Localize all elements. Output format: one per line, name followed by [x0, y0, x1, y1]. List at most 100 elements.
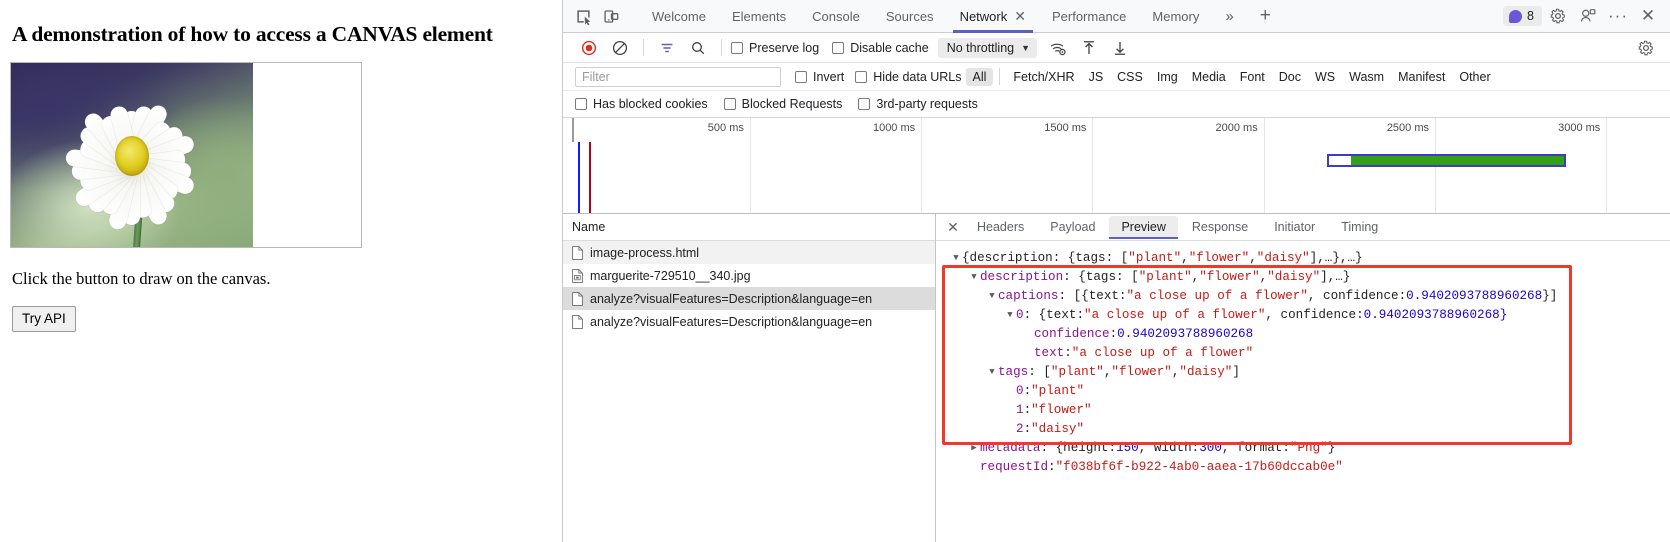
tab-elements[interactable]: Elements [719, 0, 799, 33]
collapse-triangle-icon[interactable]: ▼ [1004, 306, 1016, 325]
json-line[interactable]: ▶ metadata: {height: 150, width: 300, for… [942, 439, 1670, 458]
blocked-filter-bar: Has blocked cookies Blocked Requests 3rd… [563, 91, 1670, 118]
close-detail-icon[interactable]: ✕ [942, 216, 964, 238]
request-row[interactable]: analyze?visualFeatures=Description&langu… [563, 310, 935, 333]
collapse-triangle-icon[interactable]: ▼ [986, 287, 998, 306]
has-blocked-cookies-checkbox[interactable]: Has blocked cookies [575, 97, 708, 111]
network-conditions-icon[interactable] [1044, 35, 1072, 61]
tab-sources[interactable]: Sources [873, 0, 947, 33]
json-token: tags [998, 365, 1029, 379]
json-token: 1 [1016, 403, 1024, 417]
filter-type-doc[interactable]: Doc [1272, 68, 1308, 86]
json-line[interactable]: requestId: "f038bf6f-b922-4ab0-aaea-17b6… [942, 458, 1670, 477]
blocked-requests-checkbox[interactable]: Blocked Requests [723, 97, 842, 111]
detail-tab-timing[interactable]: Timing [1329, 216, 1390, 238]
filter-type-css[interactable]: CSS [1110, 68, 1150, 86]
customize-devtools-icon[interactable] [1574, 3, 1602, 29]
json-token: : [ [1028, 365, 1051, 379]
filter-type-manifest[interactable]: Manifest [1391, 68, 1452, 86]
json-line[interactable]: ▼ {description: {tags: ["plant", "flower"… [942, 249, 1670, 268]
disable-cache-checkbox[interactable]: Disable cache [832, 41, 929, 55]
search-icon[interactable] [684, 35, 712, 61]
json-token: "daisy" [1256, 251, 1310, 265]
request-row[interactable]: analyze?visualFeatures=Description&langu… [563, 287, 935, 310]
canvas-element[interactable] [10, 62, 362, 248]
json-line[interactable]: 2: "daisy" [942, 420, 1670, 439]
record-button[interactable] [575, 35, 603, 61]
tab-welcome[interactable]: Welcome [639, 0, 719, 33]
json-token: "flower" [1188, 251, 1250, 265]
checkbox-box [723, 98, 736, 110]
throttling-dropdown[interactable]: No throttling ▼ [937, 37, 1038, 58]
third-party-requests-checkbox[interactable]: 3rd-party requests [858, 97, 978, 111]
collapse-triangle-icon[interactable]: ▼ [986, 363, 998, 382]
preserve-log-checkbox[interactable]: Preserve log [731, 41, 819, 55]
checkbox-box [832, 41, 845, 54]
filter-toggle-icon[interactable] [653, 35, 681, 61]
filter-type-js[interactable]: JS [1082, 68, 1111, 86]
more-options-icon[interactable]: ··· [1604, 3, 1632, 29]
expand-triangle-icon[interactable]: ▶ [968, 439, 980, 458]
try-api-button[interactable]: Try API [12, 306, 76, 332]
filter-type-fetch-xhr[interactable]: Fetch/XHR [1006, 68, 1081, 86]
json-token: "a close up of a flower" [1071, 346, 1254, 360]
filter-type-wasm[interactable]: Wasm [1342, 68, 1391, 86]
device-toolbar-icon[interactable] [597, 3, 625, 29]
json-line[interactable]: text: "a close up of a flower" [942, 344, 1670, 363]
detail-tab-headers[interactable]: Headers [965, 216, 1036, 238]
filter-type-font[interactable]: Font [1233, 68, 1272, 86]
tab-console[interactable]: Console [799, 0, 873, 33]
overview-tick-label: 500 ms [707, 122, 744, 134]
json-preview-viewer[interactable]: ▼ {description: {tags: ["plant", "flower"… [936, 241, 1670, 542]
more-tabs-chevron-icon[interactable]: » [1212, 0, 1246, 33]
overview-tick-label: 3000 ms [1558, 122, 1601, 134]
detail-tab-initiator[interactable]: Initiator [1262, 216, 1327, 238]
detail-tab-payload[interactable]: Payload [1038, 216, 1107, 238]
close-icon[interactable]: ✕ [1014, 9, 1026, 23]
json-token: 0.9402093788960268 [1117, 327, 1254, 341]
close-devtools-icon[interactable]: ✕ [1634, 3, 1662, 29]
filter-type-ws[interactable]: WS [1308, 68, 1342, 86]
hide-data-urls-checkbox[interactable]: Hide data URLs [855, 70, 962, 84]
tab-network[interactable]: Network ✕ [947, 0, 1039, 33]
disable-cache-label: Disable cache [850, 40, 929, 55]
issues-badge[interactable]: 8 [1503, 6, 1542, 26]
filter-type-other[interactable]: Other [1452, 68, 1497, 86]
json-token: metadata [980, 441, 1041, 455]
request-row[interactable]: image-process.html [563, 241, 935, 264]
json-line[interactable]: confidence: 0.9402093788960268 [942, 325, 1670, 344]
clear-button[interactable] [606, 35, 634, 61]
tab-memory[interactable]: Memory [1139, 0, 1212, 33]
filter-type-img[interactable]: Img [1150, 68, 1185, 86]
network-lower-split: Name image-process.html marguerite-729510… [563, 214, 1670, 542]
tab-label: Sources [885, 8, 934, 24]
request-column-header[interactable]: Name [563, 214, 935, 241]
json-token: : [1023, 403, 1032, 417]
json-line[interactable]: 0: "plant" [942, 382, 1670, 401]
detail-tab-response[interactable]: Response [1180, 216, 1260, 238]
collapse-triangle-icon[interactable]: ▼ [950, 249, 962, 268]
settings-gear-icon[interactable] [1544, 3, 1572, 29]
detail-tab-preview[interactable]: Preview [1109, 216, 1179, 239]
collapse-triangle-icon[interactable]: ▼ [968, 268, 980, 287]
request-row[interactable]: marguerite-729510__340.jpg [563, 264, 935, 287]
json-line[interactable]: ▼ captions: [{text: "a close up of a flow… [942, 287, 1670, 306]
json-token: , format: [1221, 441, 1290, 455]
filter-input[interactable] [575, 66, 781, 87]
add-tab-plus-icon[interactable]: + [1247, 0, 1284, 33]
json-line[interactable]: ▼ tags: ["plant", "flower", "daisy"] [942, 363, 1670, 382]
invert-checkbox[interactable]: Invert [795, 70, 844, 84]
json-line[interactable]: ▼ 0: {text: "a close up of a flower", con… [942, 306, 1670, 325]
network-overview-timeline[interactable]: 500 ms 1000 ms 1500 ms 2000 ms 2500 ms 3000 m… [563, 118, 1670, 214]
filter-type-media[interactable]: Media [1185, 68, 1233, 86]
json-line[interactable]: ▼ description: {tags: ["plant", "flower",… [942, 268, 1670, 287]
devtools-tabbar-right: 8 ··· ✕ [1503, 3, 1670, 29]
import-har-icon[interactable] [1075, 35, 1103, 61]
json-line[interactable]: 1: "flower" [942, 401, 1670, 420]
tab-performance[interactable]: Performance [1039, 0, 1139, 33]
network-settings-gear-icon[interactable] [1632, 35, 1660, 61]
inspect-element-icon[interactable] [569, 3, 597, 29]
filter-type-all[interactable]: All [965, 67, 994, 86]
json-token: , width: [1138, 441, 1200, 455]
export-har-icon[interactable] [1106, 35, 1134, 61]
